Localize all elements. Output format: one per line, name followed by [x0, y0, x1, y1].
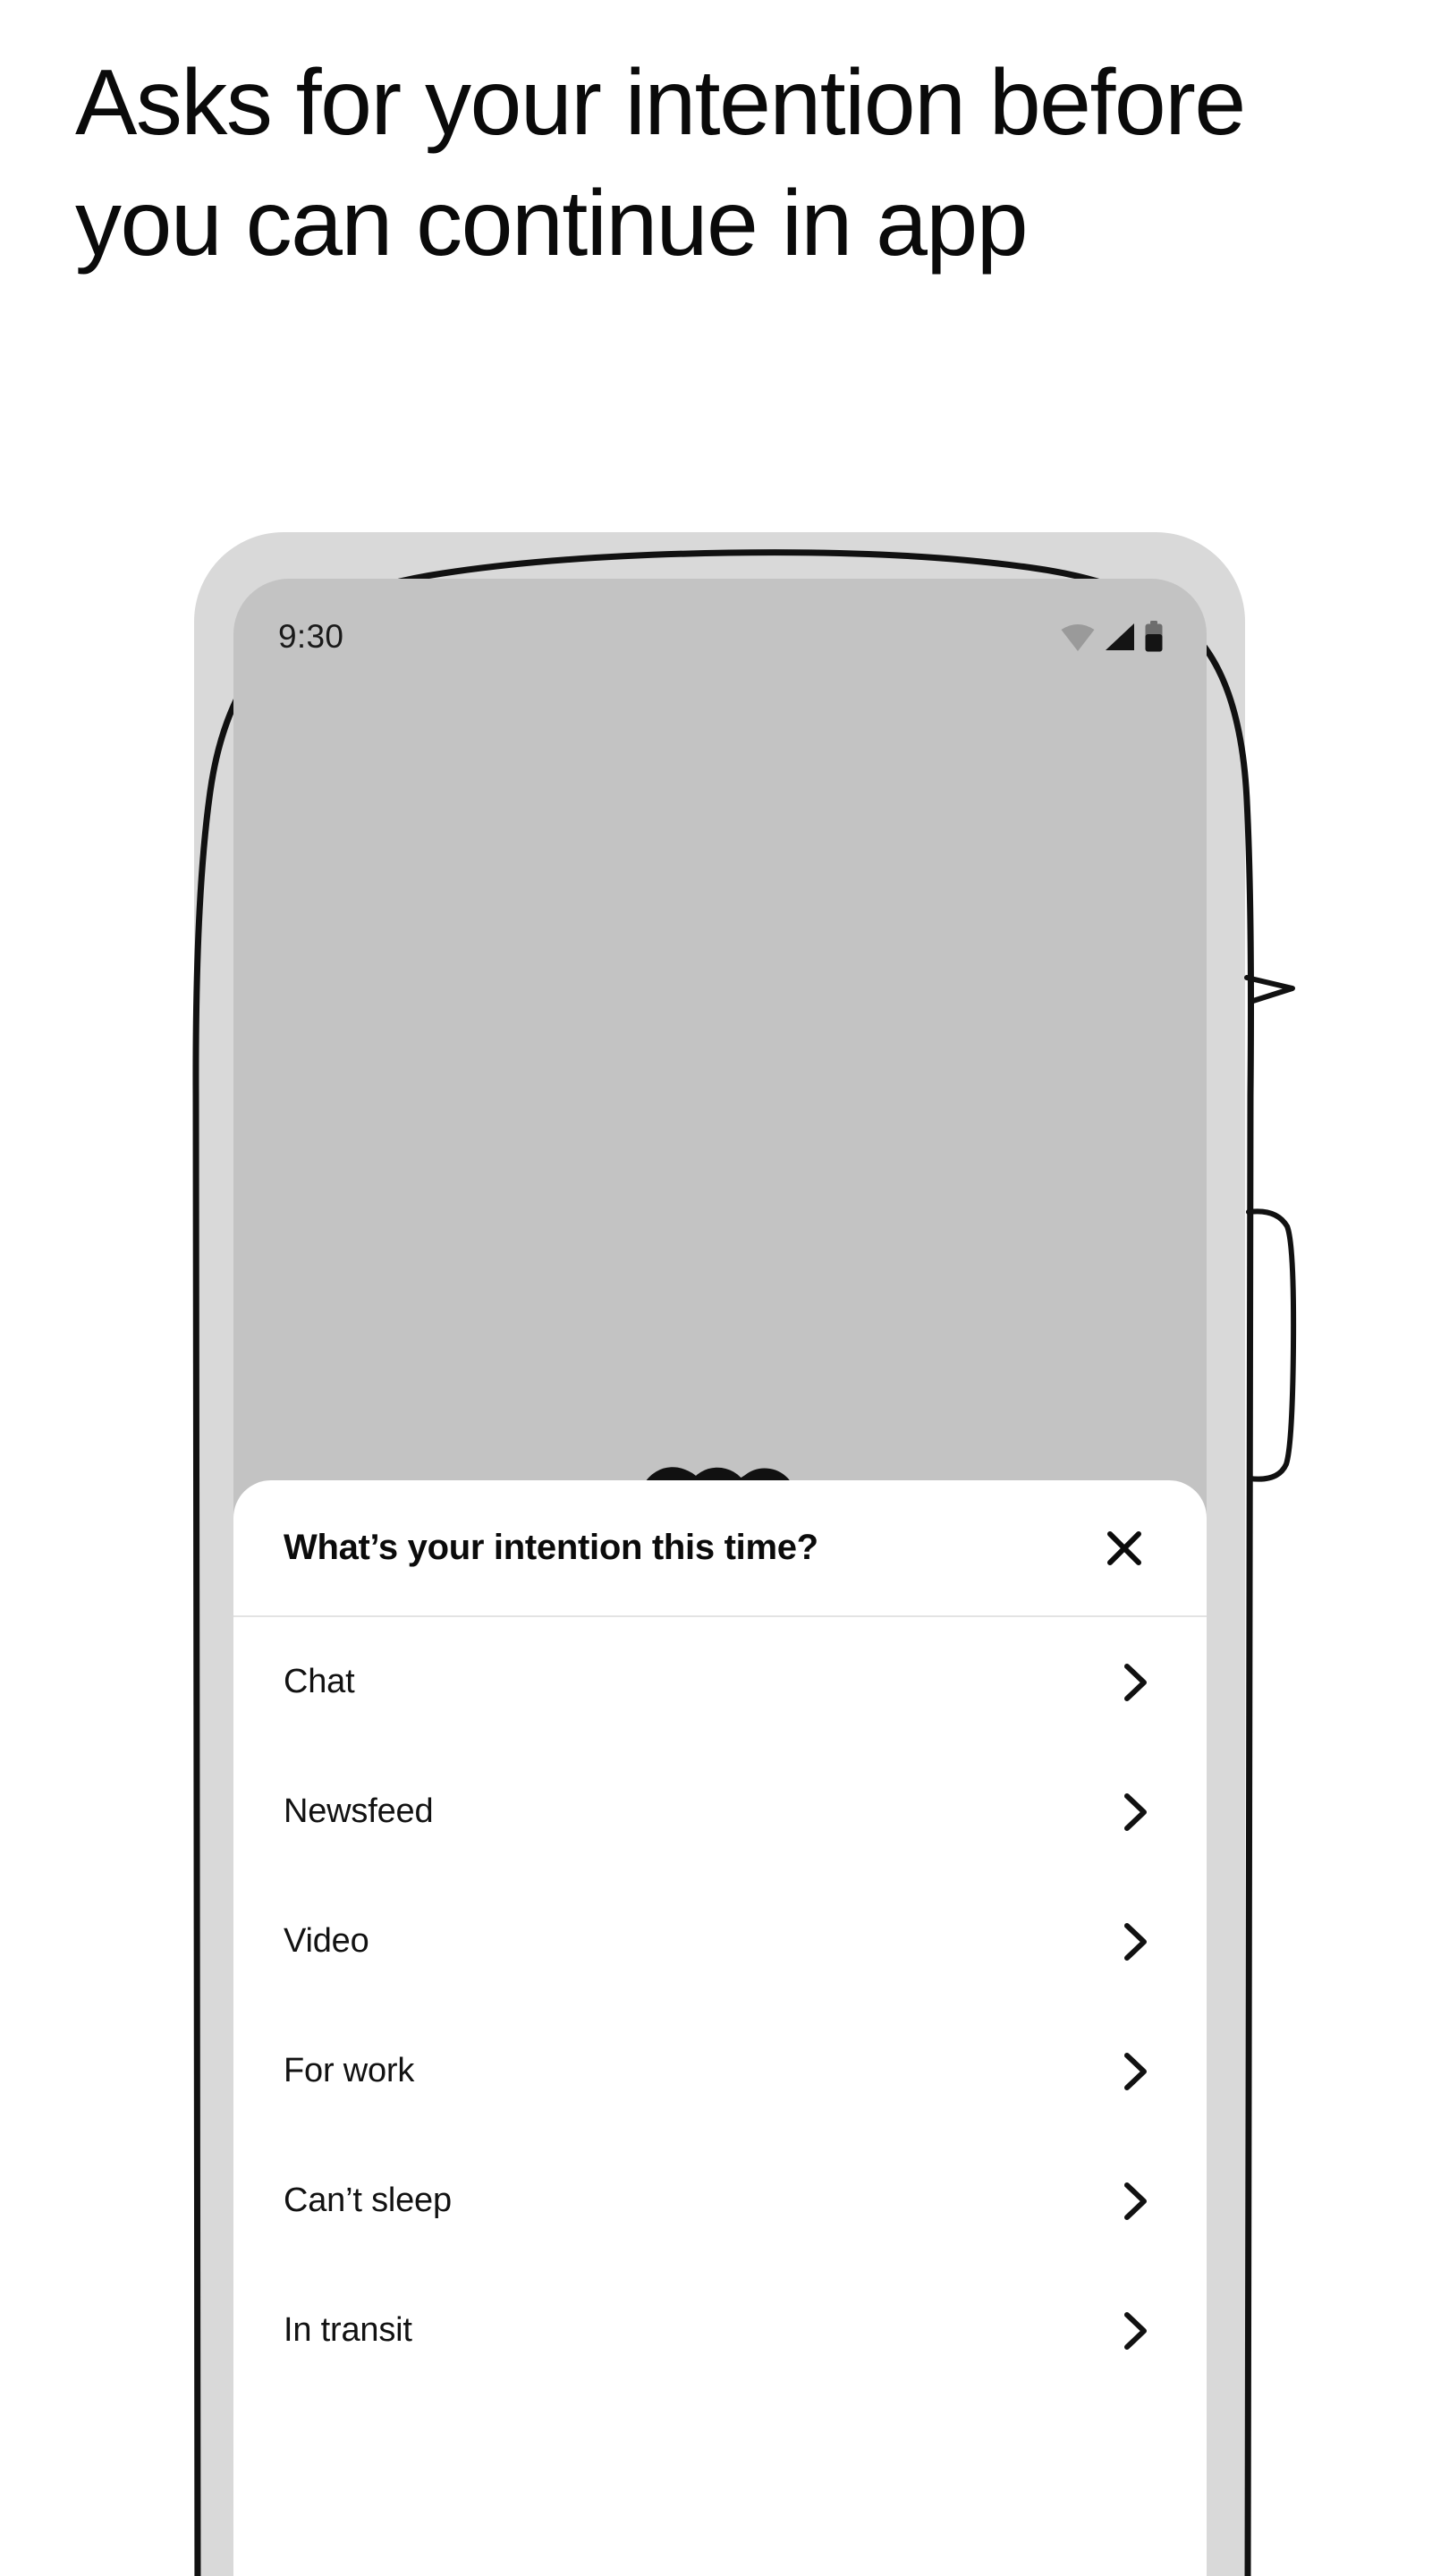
wifi-icon — [1061, 624, 1095, 651]
battery-icon — [1145, 621, 1163, 652]
page-root: Asks for your intention before you can c… — [0, 0, 1449, 2576]
phone-screen: 9:30 What’s your intention this time? Ch… — [233, 579, 1207, 2576]
chevron-right-icon — [1124, 1792, 1147, 1831]
list-item-for-work[interactable]: For work — [233, 2006, 1207, 2136]
sheet-header: What’s your intention this time? — [233, 1480, 1207, 1617]
list-item-newsfeed[interactable]: Newsfeed — [233, 1747, 1207, 1877]
sheet-title: What’s your intention this time? — [284, 1528, 818, 1567]
chevron-right-icon — [1124, 1663, 1147, 1701]
chevron-right-icon — [1124, 1922, 1147, 1961]
intention-list: Chat Newsfeed Video For work Can’t sleep… — [233, 1617, 1207, 2395]
list-item-label: For work — [284, 2052, 415, 2089]
intention-bottom-sheet: What’s your intention this time? Chat Ne… — [233, 1480, 1207, 2576]
list-item-in-transit[interactable]: In transit — [233, 2266, 1207, 2395]
status-bar-clock: 9:30 — [278, 618, 344, 655]
list-item-label: In transit — [284, 2311, 412, 2349]
list-item-video[interactable]: Video — [233, 1877, 1207, 2006]
list-item-label: Can’t sleep — [284, 2182, 452, 2219]
page-title: Asks for your intention before you can c… — [75, 51, 1246, 276]
status-bar-icons — [1060, 621, 1164, 653]
close-x-icon — [1107, 1530, 1141, 1565]
list-item-label: Chat — [284, 1663, 355, 1700]
chevron-right-icon — [1124, 2052, 1147, 2090]
close-button[interactable] — [1096, 1520, 1153, 1577]
list-item-cant-sleep[interactable]: Can’t sleep — [233, 2136, 1207, 2266]
cellular-signal-icon — [1106, 623, 1134, 650]
chevron-right-icon — [1124, 2182, 1147, 2220]
phone-mockup: 9:30 What’s your intention this time? Ch… — [174, 523, 1297, 2576]
list-item-chat[interactable]: Chat — [233, 1617, 1207, 1747]
list-item-label: Video — [284, 1922, 369, 1960]
status-bar: 9:30 — [233, 579, 1207, 695]
chevron-right-icon — [1124, 2311, 1147, 2350]
list-item-label: Newsfeed — [284, 1792, 434, 1830]
